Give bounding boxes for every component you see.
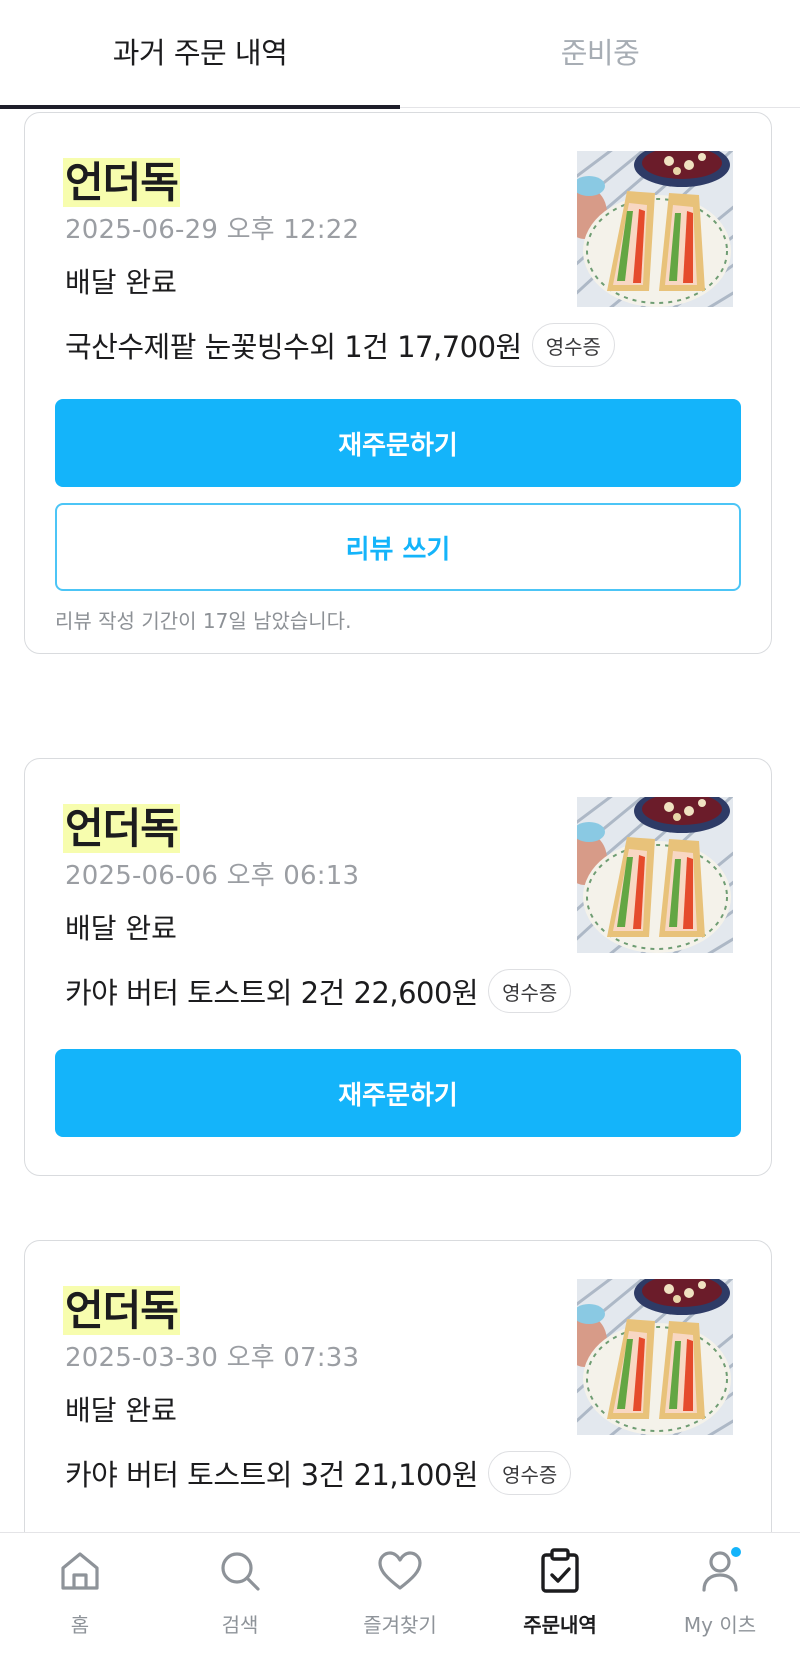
store-thumbnail[interactable]	[577, 151, 733, 307]
nav-search-label: 검색	[221, 1613, 259, 1637]
order-status: 배달 완료	[65, 1394, 177, 1427]
store-name[interactable]: 언더독	[63, 795, 180, 856]
review-period-hint: 리뷰 작성 기간이 17일 남았습니다.	[55, 609, 352, 633]
nav-order-history[interactable]: 주문내역	[480, 1533, 640, 1668]
order-date: 2025-03-30 오후 07:33	[65, 1343, 360, 1373]
receipt-button[interactable]: 영수증	[488, 1451, 572, 1495]
nav-search[interactable]: 검색	[160, 1533, 320, 1668]
store-name[interactable]: 언더독	[63, 149, 180, 210]
order-summary-text: 카야 버터 토스트외 3건 21,100원	[65, 1458, 479, 1492]
order-summary: 국산수제팥 눈꽃빙수외 1건 17,700원 영수증	[65, 323, 615, 367]
bottom-navigation: 홈 검색 즐겨찾기 주문내역 My 이츠	[0, 1532, 800, 1668]
nav-my-eats[interactable]: My 이츠	[640, 1533, 800, 1668]
store-thumbnail[interactable]	[577, 1279, 733, 1435]
order-card: 언더독 2025-06-29 오후 12:22 배달 완료 국산수제팥 눈꽃빙수…	[24, 112, 772, 654]
order-tabs: 과거 주문 내역 준비중	[0, 0, 800, 109]
order-date: 2025-06-29 오후 12:22	[65, 215, 360, 245]
order-status: 배달 완료	[65, 266, 177, 299]
nav-favorites[interactable]: 즐겨찾기	[320, 1533, 480, 1668]
order-list[interactable]: 언더독 2025-06-29 오후 12:22 배달 완료 국산수제팥 눈꽃빙수…	[0, 108, 800, 1532]
write-review-button[interactable]: 리뷰 쓰기	[55, 503, 741, 591]
store-thumbnail[interactable]	[577, 797, 733, 953]
nav-my-eats-label: My 이츠	[683, 1613, 757, 1637]
nav-home-label: 홈	[70, 1613, 90, 1637]
order-date: 2025-06-06 오후 06:13	[65, 861, 360, 891]
tab-preparing[interactable]: 준비중	[400, 0, 800, 108]
nav-favorites-label: 즐겨찾기	[363, 1613, 437, 1637]
nav-home[interactable]: 홈	[0, 1533, 160, 1668]
clipboard-check-icon	[534, 1545, 586, 1597]
store-name[interactable]: 언더독	[63, 1277, 180, 1338]
order-summary-text: 국산수제팥 눈꽃빙수외 1건 17,700원	[65, 330, 522, 364]
search-icon	[214, 1545, 266, 1597]
receipt-button[interactable]: 영수증	[488, 969, 572, 1013]
heart-icon	[374, 1545, 426, 1597]
home-icon	[54, 1545, 106, 1597]
receipt-button[interactable]: 영수증	[531, 323, 615, 367]
tab-past-orders[interactable]: 과거 주문 내역	[0, 0, 400, 109]
order-card: 언더독 2025-06-06 오후 06:13 배달 완료 카야 버터 토스트외…	[24, 758, 772, 1176]
order-status: 배달 완료	[65, 912, 177, 945]
order-summary: 카야 버터 토스트외 3건 21,100원 영수증	[65, 1451, 572, 1495]
reorder-button[interactable]: 재주문하기	[55, 1049, 741, 1137]
order-card: 언더독 2025-03-30 오후 07:33 배달 완료 카야 버터 토스트외…	[24, 1240, 772, 1532]
reorder-button[interactable]: 재주문하기	[55, 399, 741, 487]
order-summary: 카야 버터 토스트외 2건 22,600원 영수증	[65, 969, 572, 1013]
order-summary-text: 카야 버터 토스트외 2건 22,600원	[65, 976, 479, 1010]
nav-order-history-label: 주문내역	[523, 1613, 597, 1637]
notification-dot	[731, 1547, 741, 1557]
